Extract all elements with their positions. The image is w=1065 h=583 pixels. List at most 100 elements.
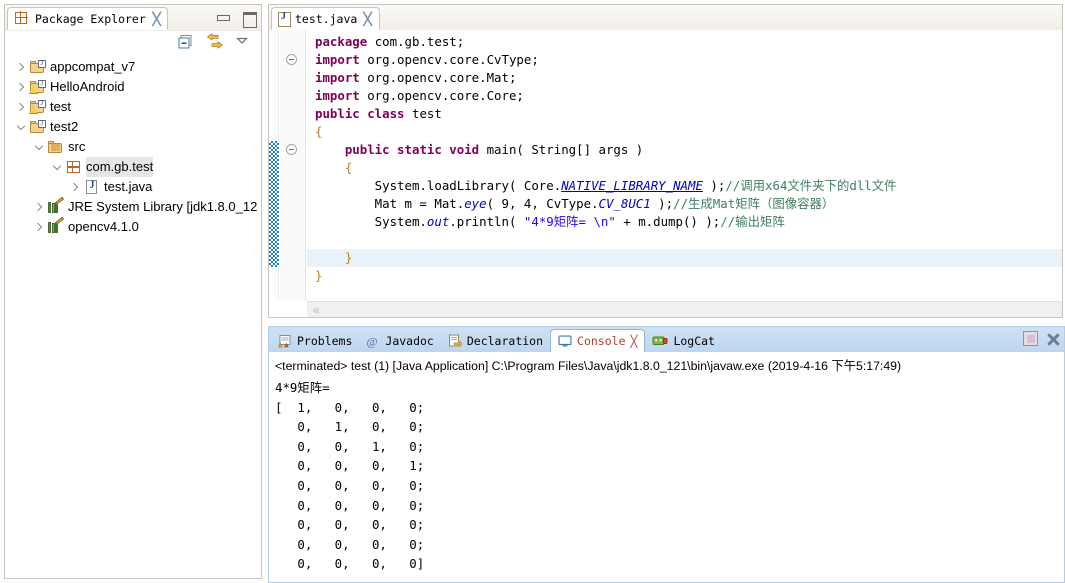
- minimize-icon[interactable]: [216, 11, 230, 24]
- console-icon: [558, 334, 572, 348]
- scroll-left-chevron-icon[interactable]: «: [313, 303, 320, 317]
- tree-item-test[interactable]: test: [5, 97, 261, 117]
- java-editor-view: test.java ╳ package com.gb.test;import o…: [268, 4, 1063, 318]
- code-line[interactable]: package com.gb.test;: [307, 33, 1062, 51]
- chevron-down-icon[interactable]: [31, 137, 47, 157]
- svg-text:@: @: [367, 334, 378, 348]
- chevron-down-icon[interactable]: [13, 117, 29, 137]
- fold-collapse-icon[interactable]: [286, 144, 297, 155]
- close-icon[interactable]: ╳: [631, 334, 638, 348]
- java-project-icon: [29, 118, 47, 136]
- java-file-icon: [83, 178, 101, 196]
- tree-item-label: test2: [50, 119, 79, 134]
- code-line[interactable]: import org.opencv.core.Mat;: [307, 69, 1062, 87]
- fold-collapse-icon[interactable]: [286, 54, 297, 65]
- console-tabstrip: Problems @ Javadoc Declaration Console ╳ LogCa…: [269, 327, 1064, 352]
- tree-item-label: src: [68, 139, 86, 154]
- tab-label: Declaration: [466, 333, 544, 348]
- project-tree[interactable]: appcompat_v7 HelloAndroid test test2 srccom.…: [5, 57, 261, 578]
- code-line[interactable]: import org.opencv.core.CvType;: [307, 51, 1062, 69]
- chevron-right-icon[interactable]: [13, 97, 29, 117]
- tree-item-test-java[interactable]: test.java: [5, 177, 261, 197]
- tab-logcat[interactable]: LogCat: [645, 329, 722, 352]
- collapse-all-icon[interactable]: [177, 33, 195, 51]
- code-line[interactable]: }: [307, 267, 1062, 285]
- editor-tabstrip: test.java ╳: [269, 5, 1062, 30]
- tree-item-label: test.java: [104, 179, 153, 194]
- tab-console[interactable]: Console ╳: [550, 329, 646, 352]
- tree-item-label: test: [50, 99, 71, 114]
- tree-item-jre-system-library-jdk1-8-0-12[interactable]: JRE System Library [jdk1.8.0_12: [5, 196, 261, 217]
- editor-horizontal-scrollbar[interactable]: «: [307, 301, 1062, 317]
- package-explorer-tabstrip: Package Explorer ╳: [5, 5, 261, 31]
- package-explorer-icon: [14, 10, 28, 28]
- close-icon[interactable]: ╳: [152, 12, 160, 26]
- chevron-right-icon[interactable]: [31, 197, 47, 217]
- launch-configuration-line: <terminated> test (1) [Java Application]…: [269, 352, 1064, 377]
- editor-marker-ruler[interactable]: [269, 30, 279, 301]
- terminate-icon[interactable]: [1023, 331, 1038, 346]
- console-toolbar: [1023, 331, 1060, 346]
- package-explorer-toolbar: [5, 31, 261, 57]
- java-project-icon: [29, 98, 47, 116]
- console-tab-list: Problems @ Javadoc Declaration Console ╳ LogCa…: [271, 328, 722, 352]
- view-menu-icon[interactable]: [235, 33, 253, 51]
- tab-label: Javadoc: [385, 333, 434, 348]
- tab-label: Problems: [297, 333, 353, 348]
- tree-item-com-gb-test[interactable]: com.gb.test: [5, 157, 261, 177]
- editor-folding-ruler[interactable]: [280, 30, 306, 301]
- declaration-icon: [448, 334, 462, 348]
- code-line[interactable]: public static void main( String[] args ): [307, 141, 1062, 159]
- tab-javadoc[interactable]: @ Javadoc: [359, 329, 440, 352]
- tab-test-java[interactable]: test.java ╳: [271, 7, 380, 30]
- view-window-buttons: [216, 11, 257, 28]
- chevron-right-icon[interactable]: [67, 177, 83, 197]
- console-body: <terminated> test (1) [Java Application]…: [269, 352, 1064, 582]
- code-line[interactable]: [307, 231, 1062, 249]
- link-with-editor-icon[interactable]: [206, 33, 224, 51]
- tree-item-appcompat-v7[interactable]: appcompat_v7: [5, 57, 261, 77]
- tab-label: test.java: [295, 11, 358, 26]
- library-icon: [47, 196, 65, 216]
- tab-problems[interactable]: Problems: [271, 329, 359, 352]
- logcat-icon: [652, 334, 668, 348]
- code-line[interactable]: System.out.println( "4*9矩阵= \n" + m.dump…: [307, 213, 1062, 231]
- tab-declaration[interactable]: Declaration: [441, 329, 550, 352]
- method-range-indicator: [269, 141, 279, 267]
- java-file-icon: [278, 11, 291, 27]
- tab-label: LogCat: [673, 333, 715, 348]
- tree-item-label: appcompat_v7: [50, 59, 136, 74]
- chevron-down-icon[interactable]: [49, 157, 65, 177]
- code-line[interactable]: {: [307, 123, 1062, 141]
- code-line[interactable]: Mat m = Mat.eye( 9, 4, CvType.CV_8UC1 );…: [307, 195, 1062, 213]
- source-folder-icon: [47, 138, 65, 156]
- editor-body: package com.gb.test; import org.opencv.co…: [269, 30, 1062, 317]
- code-line[interactable]: System.loadLibrary( Core.NATIVE_LIBRARY_…: [307, 177, 1062, 195]
- tree-item-opencv4-1-0[interactable]: opencv4.1.0: [5, 216, 261, 237]
- code-line[interactable]: public class test: [307, 105, 1062, 123]
- tree-item-test2[interactable]: test2: [5, 117, 261, 137]
- tree-item-label: JRE System Library [jdk1.8.0_12: [68, 199, 258, 214]
- tree-item-label: com.gb.test: [86, 157, 154, 177]
- tree-item-label: opencv4.1.0: [68, 219, 139, 234]
- tab-label: Package Explorer: [35, 11, 146, 26]
- tree-item-src[interactable]: src: [5, 137, 261, 157]
- code-line[interactable]: }: [307, 249, 1062, 267]
- code-line[interactable]: import org.opencv.core.Core;: [307, 87, 1062, 105]
- chevron-right-icon[interactable]: [31, 217, 47, 237]
- code-area[interactable]: package com.gb.test; import org.opencv.co…: [307, 30, 1062, 301]
- tab-package-explorer[interactable]: Package Explorer ╳: [7, 7, 169, 30]
- maximize-icon[interactable]: [242, 11, 257, 28]
- chevron-right-icon[interactable]: [13, 77, 29, 97]
- close-icon[interactable]: [1046, 332, 1060, 346]
- javadoc-icon: @: [366, 334, 380, 348]
- tree-item-label: HelloAndroid: [50, 79, 125, 94]
- console-output[interactable]: 4*9矩阵= [ 1, 0, 0, 0; 0, 1, 0, 0; 0, 0, 1…: [269, 377, 1064, 574]
- package-explorer-view: Package Explorer ╳ J appcompat_v7 J Hell…: [4, 4, 262, 579]
- close-icon[interactable]: ╳: [364, 12, 372, 26]
- tree-item-helloandroid[interactable]: HelloAndroid: [5, 77, 261, 97]
- eclipse-workbench: Package Explorer ╳ J appcompat_v7 J Hell…: [0, 0, 1065, 583]
- code-line[interactable]: {: [307, 159, 1062, 177]
- java-project-icon: [29, 58, 47, 76]
- chevron-right-icon[interactable]: [13, 57, 29, 77]
